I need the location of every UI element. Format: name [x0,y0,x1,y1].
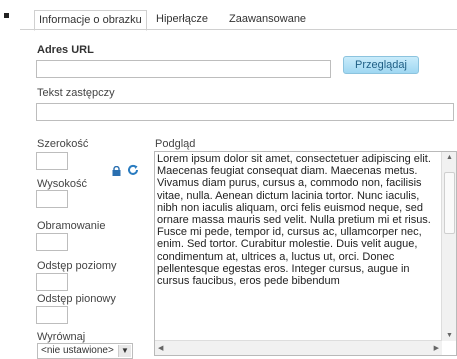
preview-box: Lorem ipsum dolor sit amet, consectetuer… [154,151,457,356]
align-select[interactable]: <nie ustawione> ▼ [37,343,133,359]
alt-text-input[interactable] [36,103,454,121]
height-label: Wysokość [37,178,88,190]
border-input[interactable] [36,233,68,251]
tab-image-info[interactable]: Informacje o obrazku [34,10,147,31]
align-label: Wyrównaj [37,331,86,343]
bullet-marker [4,13,9,18]
height-input[interactable] [36,190,68,208]
chevron-down-icon[interactable]: ▼ [118,345,131,357]
hspace-input[interactable] [36,273,68,291]
url-label: Adres URL [37,44,94,56]
tab-divider [20,29,457,30]
horizontal-scrollbar[interactable]: ◀ ▶ [155,340,442,355]
browse-button[interactable]: Przeglądaj [343,56,419,74]
preview-text: Lorem ipsum dolor sit amet, consectetuer… [157,153,431,288]
url-input[interactable] [36,60,331,78]
alt-text-label: Tekst zastępczy [37,87,115,99]
scroll-left-icon[interactable]: ◀ [158,344,163,352]
align-select-value: <nie ustawione> [41,345,114,356]
preview-label: Podgląd [155,138,196,150]
scroll-up-icon[interactable]: ▲ [446,154,453,161]
vertical-scrollbar[interactable]: ▲ ▼ [441,152,456,341]
scrollbar-thumb[interactable] [444,172,455,234]
scroll-down-icon[interactable]: ▼ [446,332,453,339]
border-label: Obramowanie [37,220,106,232]
lock-ratio-icon[interactable] [112,165,121,176]
width-input[interactable] [36,152,68,170]
width-label: Szerokość [37,138,89,150]
tab-hyperlink[interactable]: Hiperłącze [152,10,212,29]
scroll-right-icon[interactable]: ▶ [434,344,439,352]
reset-size-icon[interactable] [127,164,139,176]
tab-advanced[interactable]: Zaawansowane [225,10,310,29]
vspace-input[interactable] [36,306,68,324]
vspace-label: Odstęp pionowy [37,293,116,305]
hspace-label: Odstęp poziomy [37,260,117,272]
